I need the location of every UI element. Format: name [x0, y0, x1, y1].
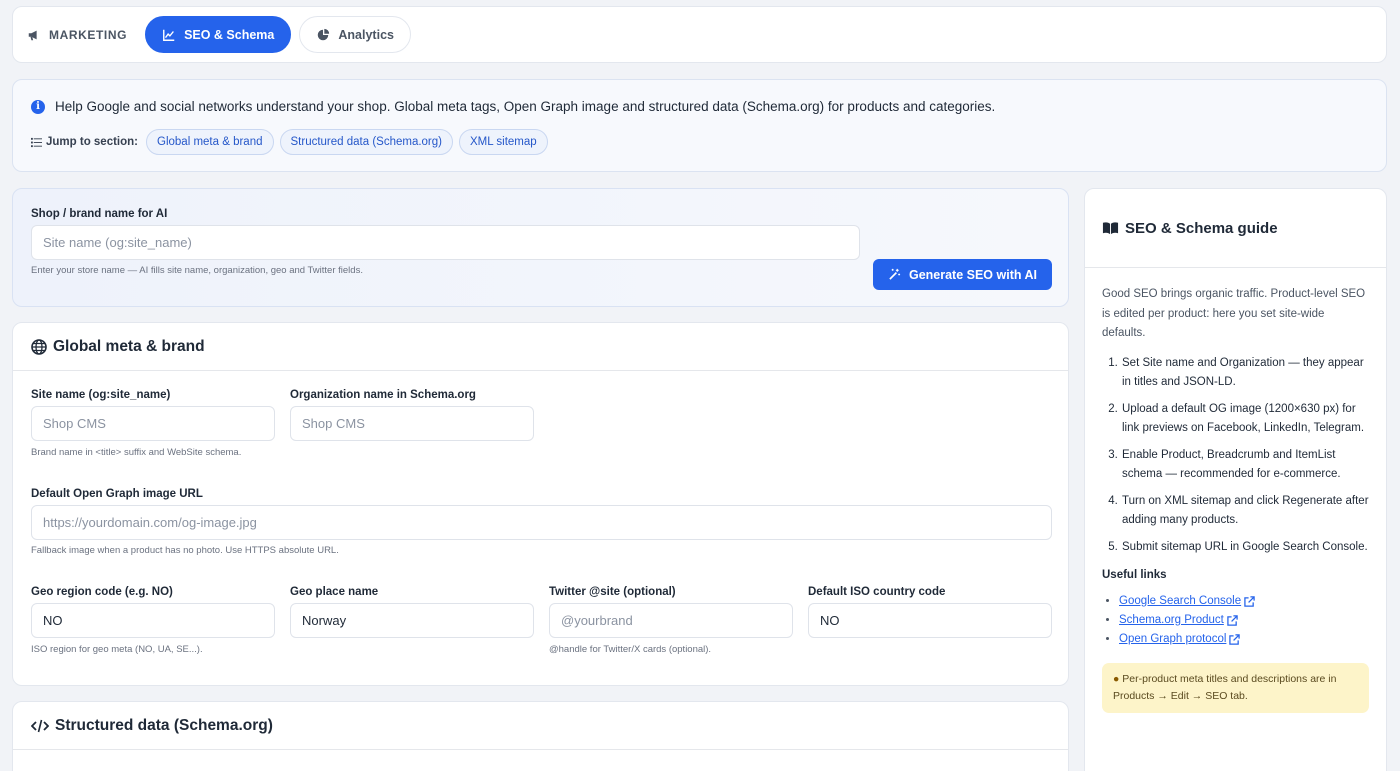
iso-country-input[interactable]: NO	[808, 603, 1052, 638]
useful-link-item: Open Graph protocol	[1119, 630, 1369, 649]
code-icon	[31, 719, 49, 732]
tip-box: ● Per-product meta titles and descriptio…	[1102, 662, 1369, 713]
guide-step: Enable Product, Breadcrumb and ItemList …	[1121, 446, 1369, 485]
chip-structured-data[interactable]: Structured data (Schema.org)	[279, 129, 453, 155]
geo-region-help: ISO region for geo meta (NO, UA, SE...).	[31, 644, 203, 655]
guide-step: Upload a default OG image (1200×630 px) …	[1121, 400, 1369, 439]
list-icon	[31, 137, 42, 147]
guide-heading: SEO & Schema guide	[1085, 189, 1386, 268]
banner-text: Help Google and social networks understa…	[55, 99, 996, 114]
og-image-placeholder: https://yourdomain.com/og-image.jpg	[43, 515, 257, 530]
link-google-search-console[interactable]: Google Search Console	[1119, 592, 1255, 611]
guide-step: Submit sitemap URL in Google Search Cons…	[1121, 538, 1369, 558]
guide-steps: Set Site name and Organization — they ap…	[1102, 354, 1369, 558]
twitter-site-label: Twitter @site (optional)	[549, 586, 676, 598]
useful-links-list: Google Search Console Schema.org Product…	[1102, 592, 1369, 649]
tab-analytics[interactable]: Analytics	[299, 16, 411, 53]
section-tabs: MARKETING SEO & Schema Analytics	[12, 6, 1387, 63]
tip-text: Per-product meta titles and descriptions…	[1113, 672, 1337, 702]
global-meta-card: Global meta & brand Site name (og:site_n…	[12, 322, 1069, 686]
link-label: Schema.org Product	[1119, 613, 1224, 626]
geo-region-value: NO	[43, 613, 63, 628]
global-meta-heading: Global meta & brand	[13, 323, 1068, 371]
banner-line: i Help Google and social networks unders…	[31, 99, 995, 114]
geo-region-label: Geo region code (e.g. NO)	[31, 586, 173, 598]
geo-place-label: Geo place name	[290, 586, 379, 598]
info-banner: i Help Google and social networks unders…	[12, 79, 1387, 172]
og-image-input[interactable]: https://yourdomain.com/og-image.jpg	[31, 505, 1052, 540]
megaphone-icon	[28, 30, 37, 40]
tab-marketing-label: MARKETING	[49, 27, 128, 42]
guide-body: Good SEO brings organic traffic. Product…	[1085, 268, 1386, 713]
external-link-icon	[1244, 595, 1255, 607]
og-image-help: Fallback image when a product has no pho…	[31, 545, 339, 556]
book-icon	[1102, 222, 1119, 235]
og-image-label: Default Open Graph image URL	[31, 488, 203, 500]
jump-label-text: Jump to section:	[46, 136, 139, 148]
jump-to-section: Jump to section: Global meta & brand Str…	[31, 129, 548, 155]
useful-links-title: Useful links	[1102, 569, 1167, 581]
magic-wand-icon	[889, 268, 901, 280]
org-name-placeholder: Shop CMS	[302, 416, 365, 431]
geo-region-input[interactable]: NO	[31, 603, 275, 638]
useful-link-item: Google Search Console	[1119, 592, 1369, 611]
tab-seo-label: SEO & Schema	[184, 27, 275, 42]
link-label: Open Graph protocol	[1119, 632, 1227, 645]
link-schema-product[interactable]: Schema.org Product	[1119, 611, 1238, 630]
global-meta-title: Global meta & brand	[53, 337, 205, 355]
structured-data-heading: Structured data (Schema.org)	[13, 702, 1068, 750]
iso-country-label: Default ISO country code	[808, 586, 946, 598]
ai-brand-placeholder: Site name (og:site_name)	[43, 235, 192, 250]
twitter-site-help: @handle for Twitter/X cards (optional).	[549, 644, 712, 655]
geo-place-value: Norway	[302, 613, 347, 628]
twitter-site-placeholder: @yourbrand	[561, 613, 633, 628]
structured-data-card: Structured data (Schema.org)	[12, 701, 1069, 771]
pie-chart-icon	[318, 28, 330, 40]
site-name-help: Brand name in <title> suffix and WebSite…	[31, 447, 242, 458]
globe-icon	[31, 338, 47, 355]
external-link-icon	[1229, 633, 1241, 645]
structured-data-title: Structured data (Schema.org)	[55, 716, 273, 734]
tab-marketing[interactable]: MARKETING	[27, 16, 137, 53]
generate-seo-ai-button[interactable]: Generate SEO with AI	[873, 259, 1052, 290]
org-name-label: Organization name in Schema.org	[290, 389, 476, 401]
useful-link-item: Schema.org Product	[1119, 611, 1369, 630]
generate-seo-label: Generate SEO with AI	[908, 267, 1038, 282]
guide-title: SEO & Schema guide	[1125, 219, 1278, 237]
external-link-icon	[1227, 614, 1238, 626]
ai-brand-label: Shop / brand name for AI	[31, 208, 168, 220]
guide-step: Turn on XML sitemap and click Regenerate…	[1121, 492, 1369, 531]
ai-brand-input[interactable]: Site name (og:site_name)	[31, 225, 860, 260]
link-open-graph[interactable]: Open Graph protocol	[1119, 630, 1241, 649]
jump-label: Jump to section:	[31, 136, 138, 148]
seo-guide-panel: SEO & Schema guide Good SEO brings organ…	[1084, 188, 1387, 771]
iso-country-value: NO	[820, 613, 840, 628]
link-label: Google Search Console	[1119, 594, 1242, 607]
site-name-label: Site name (og:site_name)	[31, 389, 171, 401]
org-name-input[interactable]: Shop CMS	[290, 406, 534, 441]
geo-place-input[interactable]: Norway	[290, 603, 534, 638]
site-name-input[interactable]: Shop CMS	[31, 406, 275, 441]
chip-global-meta[interactable]: Global meta & brand	[146, 129, 274, 155]
guide-step: Set Site name and Organization — they ap…	[1121, 354, 1369, 393]
site-name-placeholder: Shop CMS	[43, 416, 106, 431]
guide-intro: Good SEO brings organic traffic. Product…	[1102, 288, 1366, 339]
tab-analytics-label: Analytics	[338, 27, 394, 42]
chip-xml-sitemap[interactable]: XML sitemap	[459, 129, 548, 155]
line-chart-icon	[163, 29, 175, 41]
ai-generate-card: Shop / brand name for AI Site name (og:s…	[12, 188, 1069, 307]
twitter-site-input[interactable]: @yourbrand	[549, 603, 793, 638]
info-icon: i	[31, 99, 45, 114]
ai-brand-help: Enter your store name — AI fills site na…	[31, 265, 363, 276]
tab-seo-schema[interactable]: SEO & Schema	[145, 16, 292, 53]
lightbulb-icon: ●	[1113, 672, 1120, 685]
